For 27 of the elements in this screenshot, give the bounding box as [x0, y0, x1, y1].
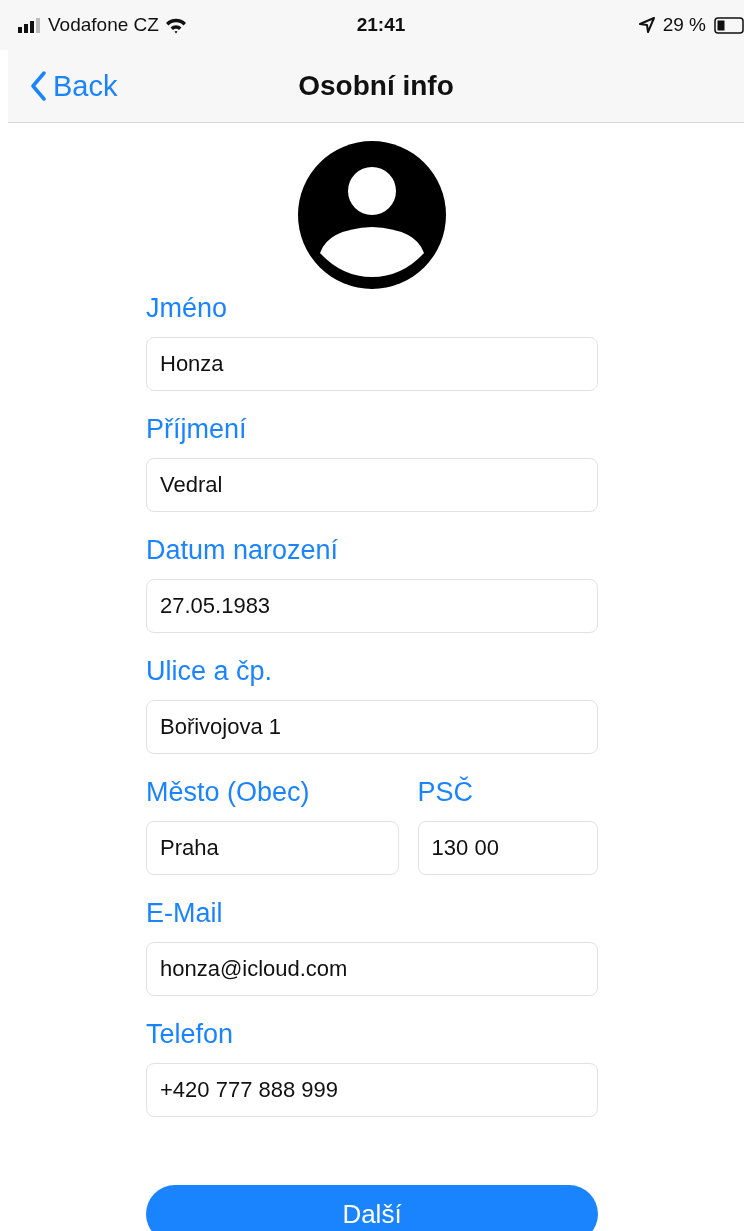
field-label: E-Mail: [146, 897, 224, 930]
input-field[interactable]: Praha: [146, 821, 399, 875]
field-label: Telefon: [146, 1018, 235, 1051]
battery-percent: 29 %: [662, 14, 706, 36]
field-label: Jméno: [146, 292, 229, 325]
avatar-icon: [298, 141, 446, 289]
input-field[interactable]: 130 00: [417, 821, 598, 875]
field-label: Datum narození: [146, 534, 340, 567]
wifi-icon: [164, 16, 187, 34]
battery-icon: [714, 16, 744, 34]
field-label: Ulice a čp.: [146, 655, 274, 688]
input-field[interactable]: Bořivojova 1: [146, 700, 598, 754]
input-field[interactable]: Honza: [146, 337, 598, 391]
next-button[interactable]: Další: [146, 1185, 598, 1231]
field-label: Příjmení: [146, 413, 248, 446]
status-time: 21:41: [356, 14, 406, 36]
input-field[interactable]: Vedral: [146, 458, 598, 512]
field-label: PSČ: [417, 775, 475, 809]
field-label: Město (Obec): [146, 776, 311, 809]
carrier-name: Vodafone CZ: [48, 14, 159, 36]
input-field[interactable]: honza@icloud.com: [146, 942, 598, 996]
chevron-left-icon: [30, 71, 47, 101]
input-field[interactable]: +420 777 888 999: [146, 1063, 598, 1117]
screen-title: Osobní info: [298, 70, 454, 102]
input-field[interactable]: 27.05.1983: [146, 579, 598, 633]
signal-icon: [18, 17, 42, 33]
location-arrow-icon: [638, 17, 655, 33]
